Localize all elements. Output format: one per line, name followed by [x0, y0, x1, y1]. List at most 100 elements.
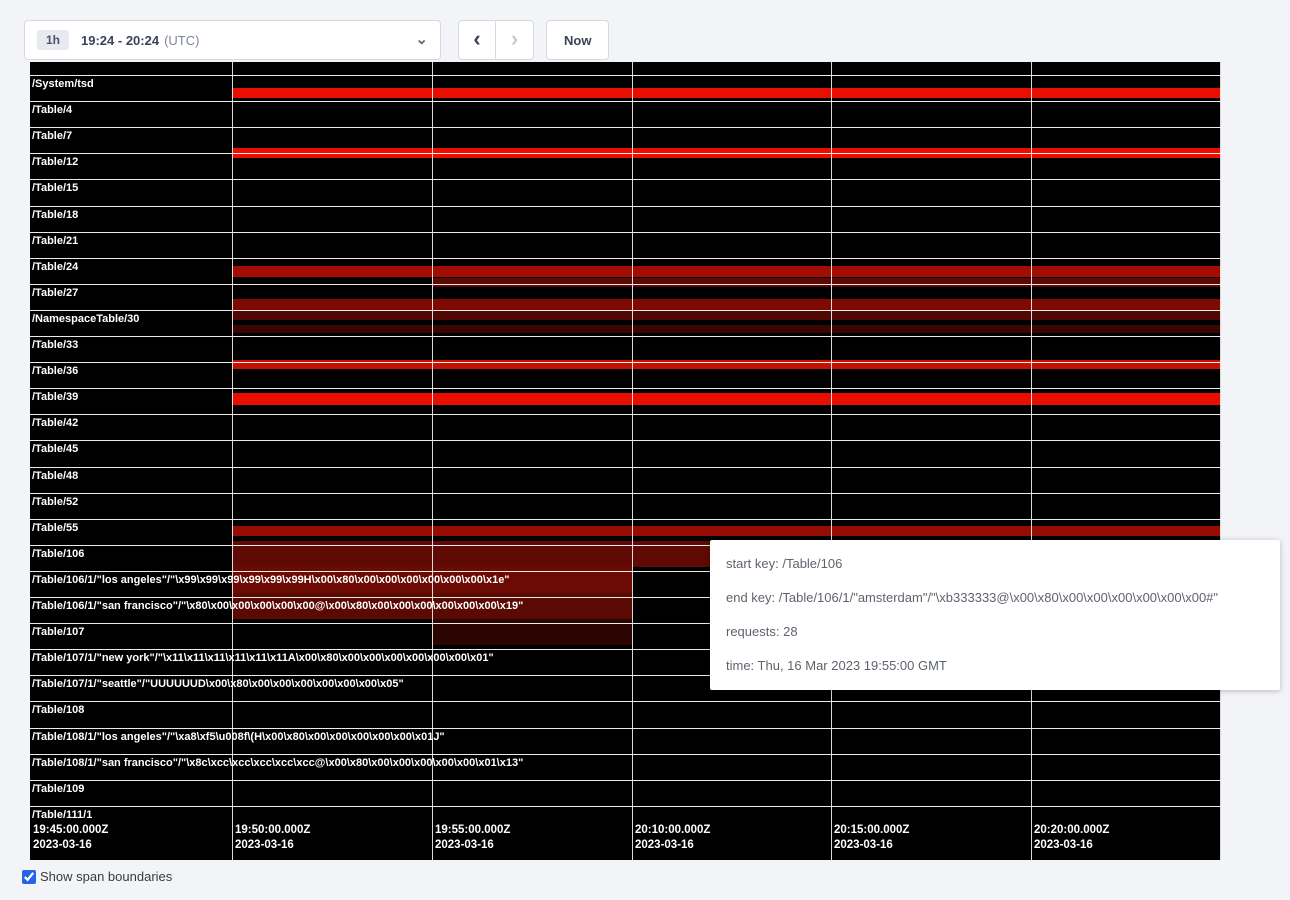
tick-date: 2023-03-16: [235, 838, 310, 853]
span-key-label: /Table/42: [32, 417, 78, 429]
toolbar: 1h 19:24 - 20:24 (UTC) ⌄ ‹ › Now: [0, 0, 1290, 60]
span-boundary-line: [30, 780, 1221, 781]
time-nav-group: ‹ ›: [458, 20, 534, 60]
span-key-label: /Table/109: [32, 783, 84, 795]
span-boundary-line: [30, 101, 1221, 102]
span-boundary-line: [30, 127, 1221, 128]
span-key-label: /Table/106/1/"los angeles"/"\x99\x99\x99…: [32, 574, 510, 586]
span-boundary-line: [30, 440, 1221, 441]
span-boundary-line: [30, 258, 1221, 259]
span-boundary-line: [30, 153, 1221, 154]
now-button[interactable]: Now: [546, 20, 609, 60]
span-key-label: /Table/21: [32, 235, 78, 247]
tick-date: 2023-03-16: [635, 838, 710, 853]
span-key-label: /Table/39: [32, 391, 78, 403]
time-gridline: [432, 62, 433, 860]
time-gridline: [632, 62, 633, 860]
time-gridline: [1031, 62, 1032, 860]
span-key-label: /Table/48: [32, 470, 78, 482]
next-time-button[interactable]: ›: [496, 20, 534, 60]
span-key-label: /Table/111/1: [32, 809, 92, 821]
span-key-label: /Table/108: [32, 704, 84, 716]
span-key-label: /Table/108/1/"san francisco"/"\x8c\xcc\x…: [32, 757, 523, 769]
span-key-label: /Table/106: [32, 548, 84, 560]
span-key-label: /Table/18: [32, 209, 78, 221]
span-boundary-line: [30, 232, 1221, 233]
span-key-label: /Table/45: [32, 443, 78, 455]
span-key-label: /Table/4: [32, 104, 72, 116]
span-boundary-line: [30, 519, 1221, 520]
heat-band: [232, 88, 1221, 98]
span-boundary-line: [30, 179, 1221, 180]
span-boundary-line: [30, 284, 1221, 285]
tick-time: 20:10:00.000Z: [635, 823, 710, 838]
span-key-label: /Table/106/1/"san francisco"/"\x80\x00\x…: [32, 600, 523, 612]
time-axis-tick: 20:10:00.000Z2023-03-16: [635, 823, 710, 853]
tick-time: 19:50:00.000Z: [235, 823, 310, 838]
heat-band: [432, 278, 1221, 287]
span-key-label: /Table/107/1/"new york"/"\x11\x11\x11\x1…: [32, 652, 494, 664]
timezone-label: (UTC): [164, 33, 199, 48]
span-key-label: /Table/24: [32, 261, 78, 273]
span-boundary-line: [30, 388, 1221, 389]
heat-band: [232, 325, 1221, 333]
heat-band: [232, 393, 1221, 405]
time-axis-tick: 19:50:00.000Z2023-03-16: [235, 823, 310, 853]
heat-band: [232, 310, 1221, 320]
time-axis-tick: 20:15:00.000Z2023-03-16: [834, 823, 909, 853]
span-key-label: /Table/108/1/"los angeles"/"\xa8\xf5\u00…: [32, 731, 445, 743]
span-boundary-line: [30, 206, 1221, 207]
span-boundary-line: [30, 701, 1221, 702]
tick-date: 2023-03-16: [1034, 838, 1109, 853]
span-boundary-line: [30, 75, 1221, 76]
time-axis-tick: 19:45:00.000Z2023-03-16: [33, 823, 108, 853]
time-axis-tick: 19:55:00.000Z2023-03-16: [435, 823, 510, 853]
span-key-label: /Table/107/1/"seattle"/"UUUUUUD\x00\x80\…: [32, 678, 404, 690]
tooltip-start-key: start key: /Table/106: [726, 554, 1264, 574]
span-tooltip: start key: /Table/106 end key: /Table/10…: [710, 540, 1280, 690]
time-range-label: 19:24 - 20:24: [81, 33, 159, 48]
span-boundary-line: [30, 493, 1221, 494]
prev-time-button[interactable]: ‹: [458, 20, 496, 60]
span-boundary-line: [30, 754, 1221, 755]
show-span-boundaries-checkbox[interactable]: [22, 870, 36, 884]
key-visualizer-canvas[interactable]: start key: /Table/106 end key: /Table/10…: [30, 62, 1221, 860]
tooltip-requests: requests: 28: [726, 622, 1264, 642]
time-gridline: [831, 62, 832, 860]
heat-band: [232, 299, 1221, 310]
tick-time: 20:15:00.000Z: [834, 823, 909, 838]
chevron-left-icon: ‹: [473, 26, 480, 52]
footer: Show span boundaries: [22, 869, 1290, 884]
span-boundary-line: [30, 336, 1221, 337]
chevron-down-icon: ⌄: [415, 35, 428, 45]
span-key-label: /Table/7: [32, 130, 72, 142]
span-boundary-line: [30, 806, 1221, 807]
show-span-boundaries-label: Show span boundaries: [40, 869, 172, 884]
tick-date: 2023-03-16: [834, 838, 909, 853]
time-range-selector[interactable]: 1h 19:24 - 20:24 (UTC) ⌄: [24, 20, 441, 60]
span-key-label: /Table/107: [32, 626, 84, 638]
tick-date: 2023-03-16: [435, 838, 510, 853]
span-key-label: /Table/15: [32, 182, 78, 194]
time-gridline: [1220, 62, 1221, 860]
span-key-label: /Table/36: [32, 365, 78, 377]
span-key-label: /Table/33: [32, 339, 78, 351]
tick-time: 19:45:00.000Z: [33, 823, 108, 838]
span-boundary-line: [30, 728, 1221, 729]
span-boundary-line: [30, 414, 1221, 415]
span-key-label: /NamespaceTable/30: [32, 313, 139, 325]
span-boundary-line: [30, 310, 1221, 311]
time-gridline: [232, 62, 233, 860]
chevron-right-icon: ›: [511, 26, 518, 52]
span-key-label: /Table/55: [32, 522, 78, 534]
span-key-label: /System/tsd: [32, 78, 94, 90]
tick-time: 19:55:00.000Z: [435, 823, 510, 838]
tooltip-time: time: Thu, 16 Mar 2023 19:55:00 GMT: [726, 656, 1264, 676]
time-axis-tick: 20:20:00.000Z2023-03-16: [1034, 823, 1109, 853]
tick-date: 2023-03-16: [33, 838, 108, 853]
span-boundary-line: [30, 362, 1221, 363]
span-key-label: /Table/12: [32, 156, 78, 168]
span-key-label: /Table/52: [32, 496, 78, 508]
tooltip-end-key: end key: /Table/106/1/"amsterdam"/"\xb33…: [726, 588, 1264, 608]
heat-band: [232, 266, 1221, 277]
